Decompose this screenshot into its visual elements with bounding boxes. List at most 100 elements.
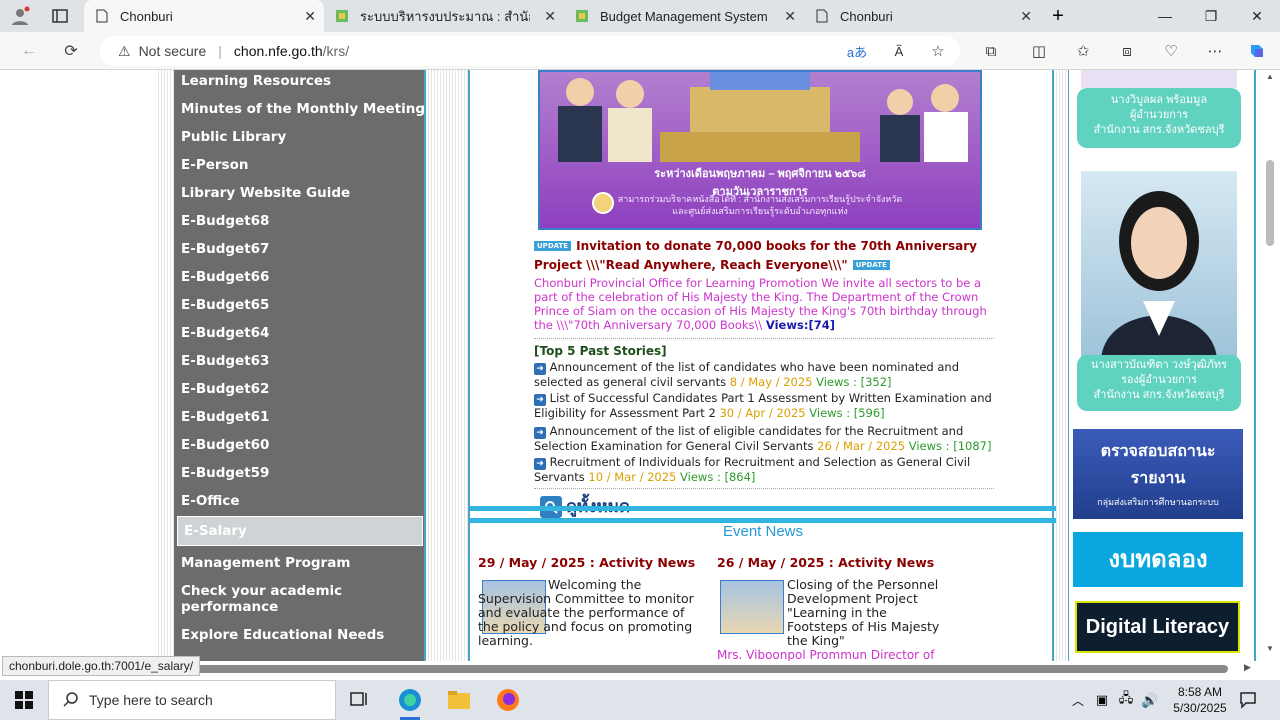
minimize-icon[interactable]: — (1142, 0, 1188, 32)
security-label: Not secure (138, 43, 207, 59)
url-field[interactable]: ⚠ Not secure | chon.nfe.go.th /krs/ (100, 36, 960, 66)
sidebar-item-e-budget59[interactable]: E-Budget59 (181, 465, 269, 481)
taskbar-search-box[interactable]: Type here to search (48, 680, 336, 720)
close-icon[interactable]: ✕ (544, 8, 556, 25)
status-report-banner[interactable]: ตรวจสอบสถานะ รายงาน กลุ่มส่งเสริมการศึกษ… (1073, 429, 1243, 519)
new-tab-icon[interactable]: + (1046, 4, 1070, 28)
story-views: Views : [596] (809, 406, 885, 420)
reload-icon[interactable]: ⟳ (58, 39, 84, 63)
notifications-icon[interactable] (1236, 688, 1260, 712)
tab-chonburi-active[interactable]: Chonburi ✕ (84, 0, 324, 32)
translate-icon[interactable]: aあ (844, 39, 870, 63)
vertical-scroll-thumb[interactable] (1266, 160, 1274, 246)
sidebar-item-e-office[interactable]: E-Office (181, 493, 240, 509)
left-pattern (158, 70, 174, 661)
sidebar-item-management-program[interactable]: Management Program (181, 555, 350, 571)
close-icon[interactable]: ✕ (784, 8, 796, 25)
tab-chonburi-2[interactable]: Chonburi ✕ (804, 0, 1040, 32)
file-explorer-icon[interactable] (447, 688, 471, 712)
sidebar-item-academic-performance[interactable]: Check your academic performance (181, 583, 381, 615)
trial-budget-banner[interactable]: งบทดลอง (1073, 532, 1243, 587)
firefox-icon[interactable] (496, 688, 520, 712)
headline-link[interactable]: Invitation to donate 70,000 books for th… (534, 239, 977, 272)
list-item[interactable]: ➜ List of Successful Candidates Part 1 A… (534, 391, 994, 420)
sidebar-item-library-guide[interactable]: Library Website Guide (181, 185, 350, 201)
right-column: นางวิบูลผล พร้อมมูล ผู้อำนวยการ สำนักงาน… (1068, 70, 1256, 661)
sidebar-item-e-salary[interactable]: E-Salary (177, 516, 423, 546)
banner-line: รายงาน (1130, 470, 1186, 487)
digital-literacy-banner[interactable]: Digital Literacy (1075, 601, 1240, 653)
event-thumbnail[interactable] (720, 580, 784, 634)
back-icon[interactable]: ← (16, 39, 42, 63)
volume-icon[interactable]: 🔊 (1138, 688, 1162, 712)
task-view-icon[interactable] (348, 688, 372, 712)
sidebar-item-monthly-meeting[interactable]: Minutes of the Monthly Meeting (181, 101, 425, 117)
device-icon[interactable]: ▣ (1090, 688, 1114, 712)
sidebar-item-e-budget64[interactable]: E-Budget64 (181, 325, 269, 341)
favorite-star-icon[interactable]: ☆ (925, 39, 951, 63)
close-icon[interactable]: ✕ (1020, 8, 1032, 25)
sidebar-item-e-budget61[interactable]: E-Budget61 (181, 409, 269, 425)
headline-views-label: Views: (765, 318, 809, 332)
tab-budget-thai[interactable]: ระบบบริหารงบประมาณ : สำนักงาน กศน ✕ (324, 0, 564, 32)
tab-budget-en[interactable]: Budget Management System : Of ✕ (564, 0, 804, 32)
main-content: ระหว่างเดือนพฤษภาคม – พฤศจิกายน ๒๕๖๘ ตามว… (468, 70, 1056, 661)
chevron-up-icon[interactable]: ︿ (1066, 688, 1090, 712)
sidebar-item-educational-needs[interactable]: Explore Educational Needs (181, 627, 384, 643)
scroll-right-icon[interactable]: ▶ (1244, 662, 1251, 673)
list-item[interactable]: ➜ Announcement of the list of candidates… (534, 360, 994, 389)
top5-heading: [Top 5 Past Stories] (534, 344, 667, 358)
edge-browser-icon[interactable] (398, 688, 422, 712)
vertical-scrollbar[interactable]: ▲ ▼ (1262, 70, 1280, 661)
scroll-down-icon[interactable]: ▼ (1266, 644, 1274, 653)
deputy-caption: นางสาวบัณฑิตา วงษ์วุฒิภัทร รองผู้อำนวยกา… (1077, 355, 1241, 411)
sidebar-item-e-budget66[interactable]: E-Budget66 (181, 269, 269, 285)
taskbar-clock[interactable]: 8:58 AM 5/30/2025 (1160, 684, 1240, 716)
section-divider-bar (470, 506, 1056, 511)
performance-icon[interactable]: ♡ (1158, 39, 1184, 63)
tab-actions-icon[interactable] (48, 4, 72, 28)
profile-icon[interactable] (8, 4, 32, 28)
network-icon[interactable]: 🖧 (1114, 688, 1138, 712)
emblem-icon (592, 192, 614, 214)
tab-title: Budget Management System : Of (600, 8, 770, 24)
close-icon[interactable]: ✕ (304, 8, 316, 25)
donation-banner-image[interactable]: ระหว่างเดือนพฤษภาคม – พฤศจิกายน ๒๕๖๘ ตามว… (538, 70, 982, 230)
windows-start-icon[interactable] (12, 688, 36, 712)
tab-title: Chonburi (120, 8, 173, 24)
sidebar-item-e-budget62[interactable]: E-Budget62 (181, 381, 269, 397)
copilot-icon[interactable] (1244, 39, 1270, 63)
restore-icon[interactable]: ❐ (1188, 0, 1234, 32)
sidebar-item-public-library[interactable]: Public Library (181, 129, 286, 145)
event-link[interactable]: Closing of the Personnel Development Pro… (787, 578, 947, 648)
read-aloud-icon[interactable]: A᷈ (886, 39, 912, 63)
story-date: 26 / Mar / 2025 (817, 439, 906, 453)
deputy-office: สำนักงาน สกร.จังหวัดชลบุรี (1093, 389, 1225, 401)
menu-more-icon[interactable]: ⋯ (1202, 39, 1228, 63)
list-item[interactable]: ➜ Recruitment of Individuals for Recruit… (534, 455, 994, 484)
story-date: 30 / Apr / 2025 (719, 406, 806, 420)
window-close-icon[interactable]: ✕ (1234, 0, 1280, 32)
sidebar-item-learning-resources[interactable]: Learning Resources (181, 73, 331, 89)
list-item[interactable]: ➜ Announcement of the list of eligible c… (534, 424, 994, 453)
sidebar-item-e-budget65[interactable]: E-Budget65 (181, 297, 269, 313)
favorites-icon[interactable]: ✩ (1070, 39, 1096, 63)
director-photo (1081, 70, 1237, 88)
sidebar-item-e-budget68[interactable]: E-Budget68 (181, 213, 269, 229)
director-name: นางวิบูลผล พร้อมมูล (1110, 94, 1208, 106)
divider (534, 488, 994, 489)
search-icon (63, 691, 79, 710)
scroll-up-icon[interactable]: ▲ (1266, 72, 1274, 81)
address-bar-row: ← ⟳ ⚠ Not secure | chon.nfe.go.th /krs/ … (0, 32, 1280, 70)
collections-icon[interactable]: ⧈ (1114, 39, 1140, 63)
sidebar-item-e-budget67[interactable]: E-Budget67 (181, 241, 269, 257)
split-screen-icon[interactable]: ◫ (1026, 39, 1052, 63)
sidebar-item-e-budget63[interactable]: E-Budget63 (181, 353, 269, 369)
story-date: 10 / Mar / 2025 (588, 470, 677, 484)
director-caption: นางวิบูลผล พร้อมมูล ผู้อำนวยการ สำนักงาน… (1077, 88, 1241, 148)
sidebar-item-e-budget60[interactable]: E-Budget60 (181, 437, 269, 453)
deputy-portrait (1101, 191, 1217, 359)
event-link[interactable]: Welcoming the Supervision Committee to m… (478, 578, 700, 648)
sidebar-item-e-person[interactable]: E-Person (181, 157, 248, 173)
extensions-icon[interactable]: ⧉ (978, 39, 1004, 63)
